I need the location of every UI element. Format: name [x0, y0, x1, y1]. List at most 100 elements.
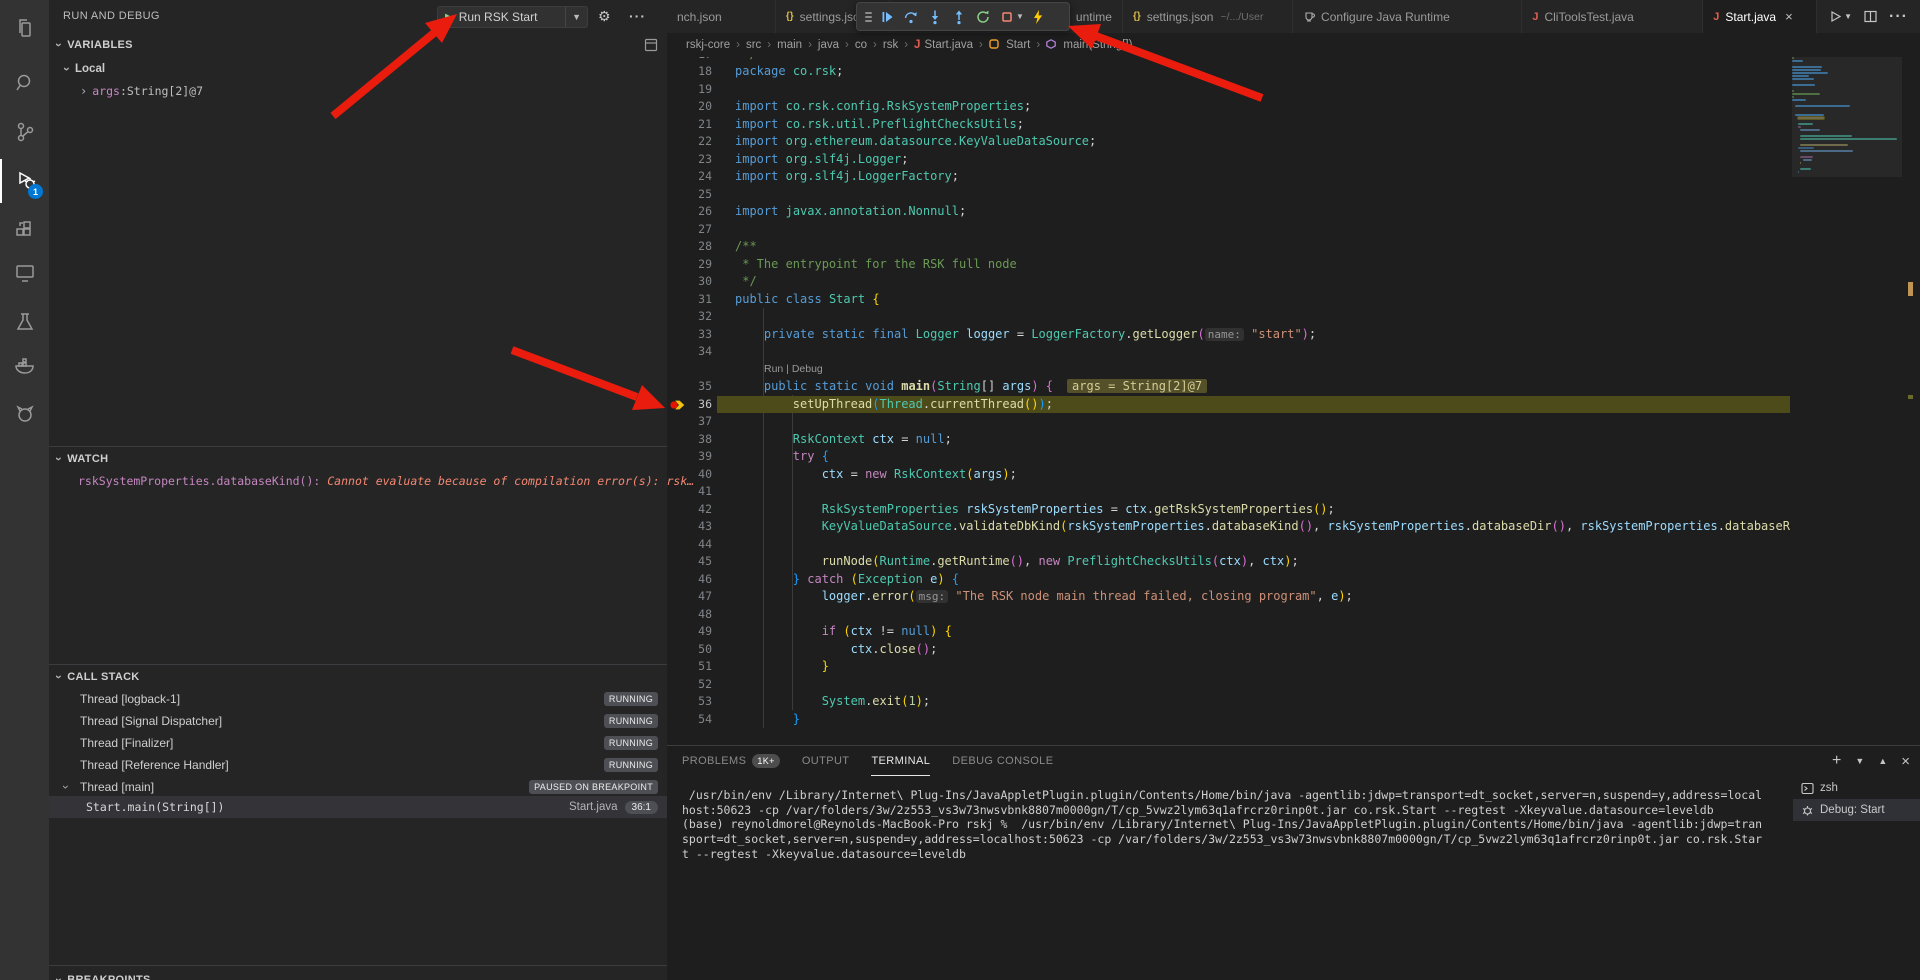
close-panel-icon[interactable]: × — [1901, 753, 1910, 770]
code-line-32[interactable]: 32 — [667, 308, 1920, 326]
code-line-47[interactable]: 47 logger.error(msg: "The RSK node main … — [667, 588, 1920, 606]
code-line-35[interactable]: 35 public static void main(String[] args… — [667, 378, 1920, 396]
code-line-50[interactable]: 50 ctx.close(); — [667, 641, 1920, 659]
code-line-18[interactable]: 18package co.rsk; — [667, 63, 1920, 81]
line-number-gutter[interactable]: 28 — [667, 238, 712, 256]
breadcrumb-item[interactable]: src — [746, 39, 761, 51]
code-line-37[interactable]: 37 — [667, 413, 1920, 431]
code-line-42[interactable]: 42 RskSystemProperties rskSystemProperti… — [667, 501, 1920, 519]
terminal-output[interactable]: /usr/bin/env /Library/Internet\ Plug-Ins… — [682, 788, 1780, 862]
search-icon[interactable] — [0, 61, 49, 105]
code-line-51[interactable]: 51 } — [667, 658, 1920, 676]
line-number-gutter[interactable]: 18 — [667, 63, 712, 81]
code-line-22[interactable]: 22import org.ethereum.datasource.KeyValu… — [667, 133, 1920, 151]
line-number-gutter[interactable]: 35 — [667, 378, 712, 396]
line-number-gutter[interactable]: 22 — [667, 133, 712, 151]
debug-settings-gear-icon[interactable]: ⚙ — [598, 8, 611, 25]
breadcrumb-item[interactable]: rskj-core — [686, 39, 730, 51]
breadcrumb-item[interactable]: co — [855, 39, 867, 51]
explorer-icon[interactable] — [0, 6, 49, 50]
line-number-gutter[interactable]: 51 — [667, 658, 712, 676]
thread-row[interactable]: Thread [Reference Handler]RUNNING — [49, 754, 667, 776]
breakpoints-section-header[interactable]: › BREAKPOINTS — [49, 969, 667, 980]
line-number-gutter[interactable]: 45 — [667, 553, 712, 571]
line-number-gutter[interactable]: 52 — [667, 676, 712, 694]
line-number-gutter[interactable]: 43 — [667, 518, 712, 536]
misc-extension-icon[interactable] — [0, 392, 49, 436]
step-into-button[interactable] — [923, 5, 947, 29]
terminal-item-zsh[interactable]: zsh — [1793, 777, 1920, 799]
tab-terminal[interactable]: TERMINAL — [871, 746, 930, 776]
code-line-31[interactable]: 31public class Start { — [667, 291, 1920, 309]
code-line-38[interactable]: 38 RskContext ctx = null; — [667, 431, 1920, 449]
watch-section-header[interactable]: › WATCH — [49, 448, 667, 470]
line-number-gutter[interactable]: 25 — [667, 186, 712, 204]
line-number-gutter[interactable]: 42 — [667, 501, 712, 519]
line-number-gutter[interactable]: 33 — [667, 326, 712, 344]
code-line-34[interactable]: 34 — [667, 343, 1920, 361]
code-line-41[interactable]: 41 — [667, 483, 1920, 501]
line-number-gutter[interactable]: 27 — [667, 221, 712, 239]
breadcrumb-class-symbol[interactable]: Start — [989, 39, 1030, 51]
code-line-24[interactable]: 24import org.slf4j.LoggerFactory; — [667, 168, 1920, 186]
line-number-gutter[interactable]: 44 — [667, 536, 712, 554]
close-icon[interactable]: × — [1785, 9, 1793, 24]
code-line-23[interactable]: 23import org.slf4j.Logger; — [667, 151, 1920, 169]
extensions-icon[interactable] — [0, 208, 49, 252]
breadcrumb-method-symbol[interactable]: main(String[]) — [1046, 39, 1132, 51]
code-line-49[interactable]: 49 if (ctx != null) { — [667, 623, 1920, 641]
thread-row[interactable]: Thread [logback-1]RUNNING — [49, 688, 667, 710]
code-line-25[interactable]: 25 — [667, 186, 1920, 204]
line-number-gutter[interactable]: 34 — [667, 343, 712, 361]
code-line-27[interactable]: 27 — [667, 221, 1920, 239]
code-line-46[interactable]: 46 } catch (Exception e) { — [667, 571, 1920, 589]
thread-row[interactable]: ›Thread [main]PAUSED ON BREAKPOINT — [49, 776, 667, 798]
line-number-gutter[interactable]: 30 — [667, 273, 712, 291]
tab-start-java[interactable]: JStart.java× — [1703, 0, 1817, 33]
new-terminal-icon[interactable]: + — [1832, 752, 1841, 770]
variable-row-args[interactable]: › args: String[2]@7 — [49, 80, 667, 102]
code-line-48[interactable]: 48 — [667, 606, 1920, 624]
tab-configure-java-runtime[interactable]: Configure Java Runtime — [1293, 0, 1522, 33]
code-line-19[interactable]: 19 — [667, 81, 1920, 99]
tab-output[interactable]: OUTPUT — [802, 746, 850, 776]
code-line-26[interactable]: 26import javax.annotation.Nonnull; — [667, 203, 1920, 221]
code-line-20[interactable]: 20import co.rsk.config.RskSystemProperti… — [667, 98, 1920, 116]
line-number-gutter[interactable]: 29 — [667, 256, 712, 274]
line-number-gutter[interactable]: 37 — [667, 413, 712, 431]
code-line-44[interactable]: 44 — [667, 536, 1920, 554]
code-line-30[interactable]: 30 */ — [667, 273, 1920, 291]
breakpoint-paused-icon[interactable] — [669, 398, 687, 412]
minimap[interactable] — [1792, 57, 1902, 745]
tab-debug-console[interactable]: DEBUG CONSOLE — [952, 746, 1053, 776]
step-over-button[interactable] — [899, 5, 923, 29]
variables-section-header[interactable]: › VARIABLES — [49, 34, 667, 56]
breadcrumb-item[interactable]: java — [818, 39, 839, 51]
restart-button[interactable] — [971, 5, 995, 29]
code-line-45[interactable]: 45 runNode(Runtime.getRuntime(), new Pre… — [667, 553, 1920, 571]
line-number-gutter[interactable]: 38 — [667, 431, 712, 449]
code-line-52[interactable]: 52 — [667, 676, 1920, 694]
run-config-chevron-icon[interactable]: ▼ — [565, 7, 587, 27]
code-line-36[interactable]: 36 setUpThread(Thread.currentThread()); — [667, 396, 1920, 414]
code-line-28[interactable]: 28/** — [667, 238, 1920, 256]
line-number-gutter[interactable]: 21 — [667, 116, 712, 134]
line-number-gutter[interactable]: 54 — [667, 711, 712, 729]
continue-button[interactable] — [875, 5, 899, 29]
step-out-button[interactable] — [947, 5, 971, 29]
line-number-gutter[interactable]: 47 — [667, 588, 712, 606]
thread-row[interactable]: Thread [Signal Dispatcher]RUNNING — [49, 710, 667, 732]
variables-scope-local[interactable]: › Local — [49, 58, 667, 80]
line-number-gutter[interactable]: 48 — [667, 606, 712, 624]
line-number-gutter[interactable]: 26 — [667, 203, 712, 221]
line-number-gutter[interactable]: 32 — [667, 308, 712, 326]
line-number-gutter[interactable]: 20 — [667, 98, 712, 116]
thread-row[interactable]: Thread [Finalizer]RUNNING — [49, 732, 667, 754]
source-control-icon[interactable] — [0, 110, 49, 154]
tab-launch-json[interactable]: nch.json — [667, 0, 776, 33]
hot-code-replace-button[interactable] — [1026, 5, 1050, 29]
stop-chevron-icon[interactable]: ▼ — [1016, 12, 1024, 21]
more-actions-icon[interactable]: ··· — [1889, 8, 1908, 26]
breadcrumb-item[interactable]: rsk — [883, 39, 898, 51]
code-line-39[interactable]: 39 try { — [667, 448, 1920, 466]
